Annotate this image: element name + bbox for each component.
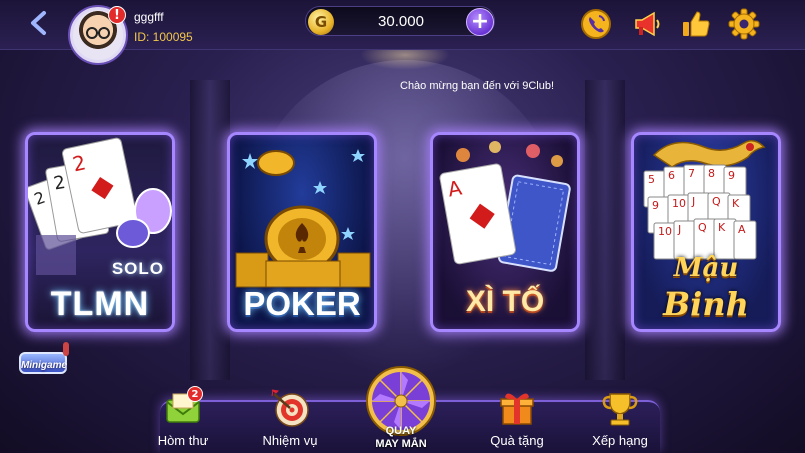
minigame-button[interactable]: Minigame bbox=[13, 340, 75, 384]
nav-label: Hòm thư bbox=[157, 433, 209, 448]
svg-text:K: K bbox=[718, 221, 726, 234]
game-card-maubinh[interactable]: 56789 9 10 J Q K 10 J Q K A Mậu Binh bbox=[631, 132, 781, 332]
nav-gifts[interactable]: Quà tặng bbox=[477, 388, 557, 453]
game-title: XÌ TỐ bbox=[465, 285, 545, 318]
background-pillar bbox=[190, 80, 230, 380]
svg-text:8: 8 bbox=[708, 167, 715, 180]
add-coins-button[interactable]: + bbox=[466, 8, 494, 36]
nav-label: Nhiệm vụ bbox=[262, 433, 318, 448]
game-subtitle: SOLO bbox=[111, 259, 164, 278]
phone-support-icon[interactable] bbox=[580, 8, 612, 40]
welcome-message: Chào mừng bạn đến với 9Club! bbox=[400, 80, 554, 92]
alert-badge: ! bbox=[108, 6, 126, 24]
svg-text:K: K bbox=[732, 197, 740, 210]
svg-text:9: 9 bbox=[652, 199, 659, 212]
gear-icon[interactable] bbox=[728, 8, 760, 40]
svg-text:A: A bbox=[738, 223, 746, 236]
lucky-spin-button[interactable]: QUAY MAY MẮN bbox=[363, 365, 439, 453]
game-title-line1: Mậu bbox=[673, 253, 739, 283]
background-pillar bbox=[585, 80, 625, 380]
game-card-poker[interactable]: POKER bbox=[227, 132, 377, 332]
svg-text:J: J bbox=[691, 195, 695, 208]
lucky-spin-label: QUAY bbox=[385, 425, 417, 437]
minigame-label: Minigame bbox=[20, 360, 68, 371]
svg-text:J: J bbox=[677, 223, 681, 236]
coin-balance: G 30.000 + bbox=[305, 6, 495, 36]
svg-text:Q: Q bbox=[712, 195, 721, 208]
svg-text:9: 9 bbox=[728, 169, 735, 182]
mail-badge: 2 bbox=[187, 386, 203, 402]
svg-text:6: 6 bbox=[668, 169, 675, 182]
svg-text:10: 10 bbox=[658, 225, 672, 238]
coin-icon: G bbox=[308, 9, 334, 35]
target-icon bbox=[271, 389, 309, 427]
svg-text:10: 10 bbox=[672, 197, 686, 210]
coin-amount: 30.000 bbox=[378, 13, 424, 30]
nav-label: Xếp hạng bbox=[592, 433, 648, 448]
game-card-xito[interactable]: A XÌ TỐ bbox=[430, 132, 580, 332]
svg-text:5: 5 bbox=[648, 173, 655, 186]
svg-text:Q: Q bbox=[698, 221, 707, 234]
nav-ranking[interactable]: Xếp hạng bbox=[580, 388, 660, 453]
nav-missions[interactable]: Nhiệm vụ bbox=[250, 388, 330, 453]
glasses-icon bbox=[86, 27, 110, 39]
megaphone-icon[interactable] bbox=[632, 8, 664, 40]
nav-label: Quà tặng bbox=[490, 433, 544, 448]
game-card-tlmn[interactable]: 2 2 2 SOLO TLMN bbox=[25, 132, 175, 332]
game-title-line2: Binh bbox=[663, 285, 749, 323]
back-arrow-icon[interactable] bbox=[26, 10, 52, 36]
game-title: POKER bbox=[243, 285, 361, 322]
slot-lever-icon bbox=[63, 342, 69, 356]
username: gggfff bbox=[134, 10, 164, 24]
lucky-spin-label: MAY MẮN bbox=[375, 438, 427, 450]
svg-text:7: 7 bbox=[688, 167, 695, 180]
thumbs-up-icon[interactable] bbox=[680, 8, 712, 40]
gift-box-icon bbox=[500, 393, 534, 425]
trophy-icon bbox=[602, 393, 638, 426]
game-title: TLMN bbox=[50, 285, 150, 323]
user-id: ID: 100095 bbox=[134, 30, 193, 44]
nav-mail[interactable]: 2 Hòm thư bbox=[143, 386, 223, 453]
